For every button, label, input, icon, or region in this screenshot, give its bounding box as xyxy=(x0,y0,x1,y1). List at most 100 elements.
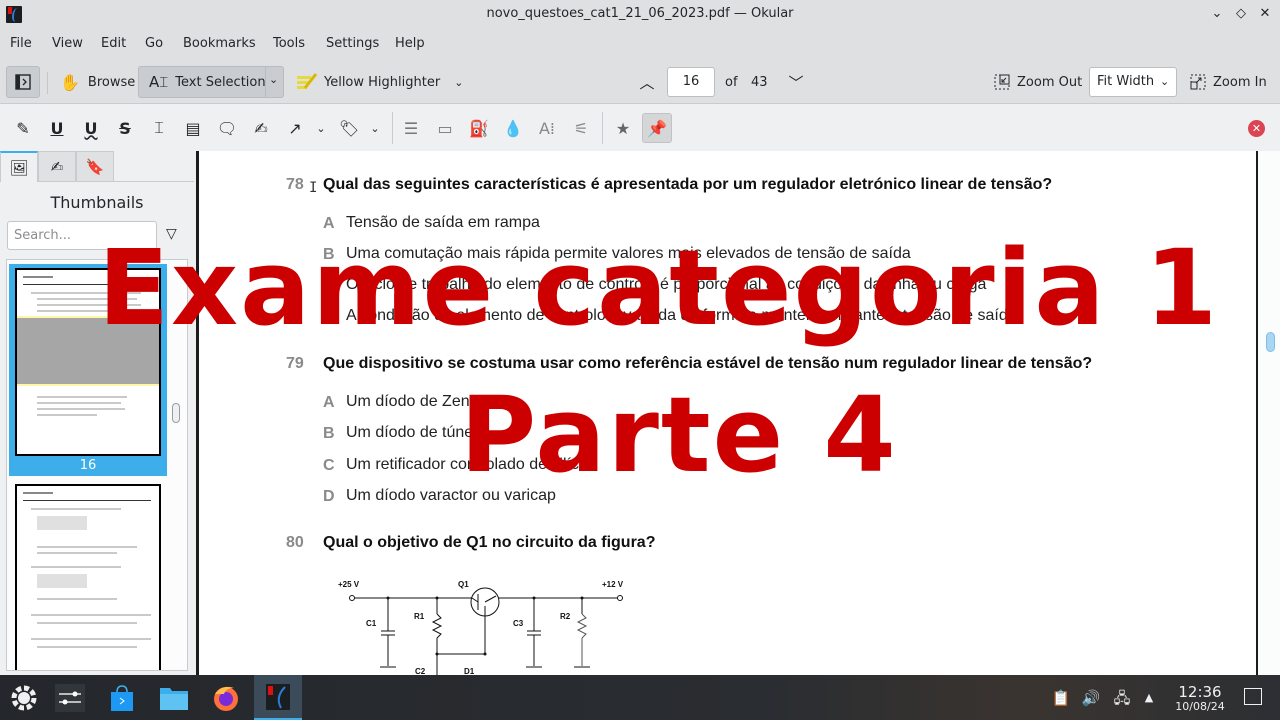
next-page-button[interactable]: ﹀ xyxy=(785,66,807,98)
okular-taskbar-button[interactable] xyxy=(254,675,302,720)
maximize-button[interactable]: ◇ xyxy=(1232,5,1250,23)
close-button[interactable]: ✕ xyxy=(1256,5,1274,23)
browse-label: Browse xyxy=(87,74,136,90)
output-terminal xyxy=(617,595,623,601)
fill-color-button[interactable]: ⛽ xyxy=(466,115,492,141)
tab-bookmarks[interactable]: 🔖 xyxy=(76,151,114,182)
discover-button[interactable] xyxy=(98,675,146,720)
text-selection-label: Text Selection xyxy=(175,74,266,90)
previous-page-button[interactable]: ︿ xyxy=(636,66,658,98)
clock-time[interactable]: 12:36 xyxy=(1170,683,1230,701)
sidebar-toggle-button[interactable] xyxy=(6,66,40,98)
file-manager-button[interactable] xyxy=(150,675,198,720)
label-r1: R1 xyxy=(414,612,425,621)
close-annotation-toolbar-button[interactable]: ✕ xyxy=(1248,120,1265,137)
label-vin: +25 V xyxy=(338,580,360,589)
expand-tray-button[interactable]: ▲ xyxy=(1139,688,1159,708)
arrow-dropdown-button[interactable]: ⌄ xyxy=(310,115,332,141)
thumbnail-scrollbar-handle[interactable] xyxy=(172,403,180,423)
underline-tool-button[interactable]: U xyxy=(44,115,70,141)
application-launcher-button[interactable] xyxy=(0,675,48,720)
chevron-down-icon[interactable]: ⌄ xyxy=(269,73,278,86)
pen-icon: ✍ xyxy=(50,157,64,176)
stamp-tool-button[interactable]: 🏷 xyxy=(336,115,362,141)
system-settings-button[interactable] xyxy=(46,675,94,720)
squiggle-tool-button[interactable]: U xyxy=(78,115,104,141)
menu-edit[interactable]: Edit xyxy=(101,36,126,51)
font-icon: A⁞ xyxy=(538,118,556,138)
zoom-mode-select[interactable]: Fit Width ⌄ xyxy=(1089,67,1177,97)
tab-annotations[interactable]: ✍ xyxy=(38,151,76,182)
menu-view[interactable]: View xyxy=(52,36,83,51)
opacity-button[interactable]: 💧 xyxy=(500,115,526,141)
volume-tray-icon[interactable]: 🔊 xyxy=(1081,688,1101,708)
question-number: 80 xyxy=(286,534,304,551)
option-text: Um díodo de túnel xyxy=(346,424,477,441)
network-tray-icon[interactable]: 🖧 xyxy=(1112,688,1132,708)
pin-toolbar-button[interactable]: 📌 xyxy=(642,113,672,143)
input-terminal xyxy=(349,595,355,601)
pin-icon: 📌 xyxy=(647,118,667,138)
page-total: 43 xyxy=(751,74,768,90)
document-margin xyxy=(1258,151,1280,675)
arrow-tool-button[interactable]: ↗ xyxy=(282,115,308,141)
toolbar-separator xyxy=(47,72,48,94)
folder-icon xyxy=(160,687,188,710)
chevron-down-icon: ⌄ xyxy=(370,121,380,135)
zoom-in-label: Zoom In xyxy=(1213,74,1267,90)
page-of-label: of xyxy=(725,74,738,90)
popup-note-tool-button[interactable]: 🗨 xyxy=(214,115,240,141)
typewriter-tool-button[interactable]: ⌶ xyxy=(146,115,172,141)
line-width-icon: ☰ xyxy=(403,118,419,138)
freehand-tool-button[interactable]: ✍ xyxy=(248,115,274,141)
tab-thumbnails[interactable]: 🖼 xyxy=(0,151,38,182)
sidebar-title: Thumbnails xyxy=(50,193,144,212)
page-number-input[interactable]: 16 xyxy=(667,67,715,97)
zoom-out-button[interactable]: Zoom Out xyxy=(990,66,1086,98)
clock-date[interactable]: 10/08/24 xyxy=(1164,700,1236,713)
question-text: Qual das seguintes características é apr… xyxy=(323,176,1053,193)
firefox-button[interactable] xyxy=(202,675,250,720)
label-c2: C2 xyxy=(415,667,426,675)
zoom-in-button[interactable]: Zoom In xyxy=(1186,66,1271,98)
menu-bookmarks[interactable]: Bookmarks xyxy=(183,36,256,51)
menu-help[interactable]: Help xyxy=(395,36,425,51)
label-d1: D1 xyxy=(464,667,475,675)
show-desktop-button[interactable] xyxy=(1244,688,1262,705)
menu-file[interactable]: File xyxy=(10,36,32,51)
border-color-button[interactable]: ▭ xyxy=(432,115,458,141)
close-icon: ✕ xyxy=(1259,6,1271,21)
text-selection-tool-button[interactable]: A⌶ Text Selection ⌄ xyxy=(138,66,284,98)
diamond-icon: ◇ xyxy=(1236,6,1246,21)
line-width-button[interactable]: ☰ xyxy=(398,115,424,141)
toolbar-separator xyxy=(602,112,603,144)
menu-go[interactable]: Go xyxy=(145,36,163,51)
chevron-down-icon: ﹀ xyxy=(788,73,804,92)
document-scrollbar-handle[interactable] xyxy=(1266,332,1275,352)
chevron-down-icon[interactable]: ⌄ xyxy=(454,76,463,89)
shopping-bag-icon xyxy=(111,684,133,711)
menu-settings[interactable]: Settings xyxy=(326,36,379,51)
clipboard-tray-icon[interactable]: 📋 xyxy=(1051,688,1071,708)
yellow-highlighter-button[interactable]: Yellow Highlighter ⌄ xyxy=(292,66,467,98)
triangle-up-icon: ▲ xyxy=(1144,691,1154,704)
thumbnail-image xyxy=(15,484,161,670)
font-button[interactable]: A⁞ xyxy=(534,115,560,141)
strikeout-tool-button[interactable]: S xyxy=(112,115,138,141)
menu-tools[interactable]: Tools xyxy=(273,36,305,51)
label-vout: +12 V xyxy=(602,580,624,589)
annotation-settings-button[interactable]: ⚟ xyxy=(568,115,594,141)
inline-note-tool-button[interactable]: ▤ xyxy=(180,115,206,141)
quick-annotations-button[interactable]: ★ xyxy=(610,115,636,141)
browse-tool-button[interactable]: ✋ Browse xyxy=(56,66,139,98)
thumbnail-page-17[interactable] xyxy=(9,484,167,670)
highlighter-icon: ✎ xyxy=(16,118,30,138)
highlighter-label: Yellow Highlighter xyxy=(324,74,441,90)
option-letter: A xyxy=(323,394,335,411)
menu-bar: File View Edit Go Bookmarks Tools Settin… xyxy=(0,30,1280,60)
stamp-dropdown-button[interactable]: ⌄ xyxy=(364,115,386,141)
title-bar: novo_questoes_cat1_21_06_2023.pdf — Okul… xyxy=(0,0,1280,30)
highlight-tool-button[interactable]: ✎ xyxy=(10,115,36,141)
minimize-button[interactable]: ⌄ xyxy=(1208,5,1226,23)
close-icon: ✕ xyxy=(1251,122,1262,135)
